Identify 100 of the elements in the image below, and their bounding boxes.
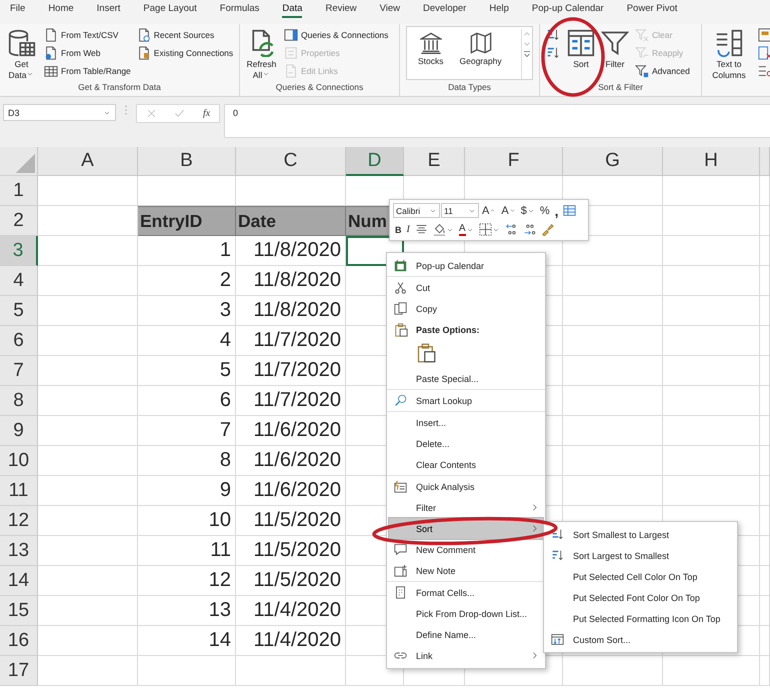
formula-input[interactable]: 0 <box>224 104 770 138</box>
row-header[interactable]: 3 <box>0 236 38 266</box>
menu-item[interactable]: New Comment <box>387 539 545 560</box>
row-header[interactable]: 1 <box>0 176 38 206</box>
ribbon-button[interactable]: Sort <box>566 26 596 71</box>
menu-item[interactable]: Cut <box>387 277 545 298</box>
ribbon-tab[interactable]: Power Pivot <box>626 2 678 18</box>
ribbon-button[interactable]: Text to Columns <box>706 26 752 82</box>
font-name-field[interactable]: Calibri <box>393 203 440 218</box>
table-cell <box>760 446 770 476</box>
menu-item[interactable]: Paste Special... <box>387 368 545 389</box>
row-header[interactable]: 5 <box>0 296 38 326</box>
menu-item[interactable]: Filter <box>387 497 545 518</box>
ribbon-button[interactable]: From Text/CSV <box>43 26 132 44</box>
data-type-button[interactable]: Geography <box>458 29 503 68</box>
table-cell: 7 <box>138 416 236 446</box>
ribbon-tab[interactable]: View <box>380 2 400 18</box>
grow-font-button[interactable]: A <box>480 202 498 218</box>
row-header[interactable]: 11 <box>0 476 38 506</box>
row-header[interactable]: 9 <box>0 416 38 446</box>
bold-button[interactable]: B <box>393 222 404 238</box>
row-header[interactable]: 14 <box>0 566 38 596</box>
ribbon-tab[interactable]: Developer <box>423 2 466 18</box>
ribbon-tab[interactable]: Formulas <box>220 2 260 18</box>
name-box[interactable]: D3 <box>3 104 116 121</box>
ribbon-tab[interactable]: File <box>10 2 26 18</box>
row-header[interactable]: 15 <box>0 596 38 626</box>
ribbon-tab[interactable]: Pop-up Calendar <box>532 2 604 18</box>
column-header[interactable]: B <box>138 147 236 176</box>
menu-item[interactable]: Put Selected Cell Color On Top <box>544 566 737 587</box>
ribbon-button[interactable]: From Web <box>43 44 132 62</box>
column-header[interactable]: A <box>38 147 138 176</box>
table-cell <box>760 536 770 566</box>
column-header[interactable]: E <box>404 147 465 176</box>
menu-item[interactable]: Put Selected Formatting Icon On Top <box>544 608 737 629</box>
table-cell: 6 <box>138 386 236 416</box>
reapply-filter-icon <box>635 46 649 60</box>
ribbon-button[interactable]: Queries & Connections <box>283 26 390 44</box>
ribbon-button[interactable]: Recent Sources <box>136 26 234 44</box>
row-header[interactable]: 16 <box>0 626 38 656</box>
column-header[interactable]: H <box>663 147 760 176</box>
menu-item[interactable]: Pop-up Calendar <box>387 255 545 276</box>
italic-button[interactable]: I <box>404 222 412 238</box>
ribbon-tab[interactable]: Insert <box>96 2 120 18</box>
row-header[interactable]: 7 <box>0 356 38 386</box>
menu-heading: Paste Options: <box>387 319 545 340</box>
row-header[interactable]: 2 <box>0 206 38 236</box>
menu-item[interactable]: Delete... <box>387 433 545 454</box>
ribbon-tab[interactable]: Home <box>48 2 74 18</box>
menu-item[interactable]: Copy <box>387 298 545 319</box>
table-cell <box>760 656 770 686</box>
column-header[interactable]: F <box>465 147 563 176</box>
percent-button[interactable]: % <box>538 202 552 218</box>
ribbon-button[interactable] <box>756 26 770 44</box>
ribbon-button[interactable]: Filter <box>600 26 630 71</box>
table-cell <box>760 596 770 626</box>
ribbon-button[interactable] <box>756 44 770 62</box>
data-type-button[interactable]: Stocks <box>417 29 445 68</box>
menu-item[interactable]: Sort Smallest to Largest <box>544 524 737 545</box>
row-header[interactable]: 13 <box>0 536 38 566</box>
menu-item[interactable]: Sort Largest to Smallest <box>544 545 737 566</box>
connection-document-icon <box>136 46 151 60</box>
menu-item[interactable]: Link <box>387 645 545 666</box>
ribbon-button[interactable]: Existing Connections <box>136 44 234 62</box>
comma-button[interactable]: , <box>552 202 560 218</box>
column-header[interactable]: D <box>346 147 404 176</box>
menu-item[interactable]: Smart Lookup <box>387 390 545 411</box>
column-header[interactable]: C <box>236 147 346 176</box>
row-header[interactable]: 4 <box>0 266 38 296</box>
menu-item[interactable]: Clear Contents <box>387 454 545 475</box>
menu-item[interactable]: Pick From Drop-down List... <box>387 603 545 624</box>
ribbon-button[interactable]: From Table/Range <box>43 62 132 80</box>
ribbon-button[interactable]: Advanced <box>634 62 691 80</box>
ribbon-tab[interactable]: Data <box>282 2 302 18</box>
row-header[interactable]: 8 <box>0 386 38 416</box>
menu-item[interactable]: Format Cells... <box>387 582 545 603</box>
shrink-font-button[interactable]: A <box>499 202 518 218</box>
menu-item[interactable]: Put Selected Font Color On Top <box>544 587 737 608</box>
insert-function-button[interactable]: fx <box>202 108 210 119</box>
row-header[interactable]: 10 <box>0 446 38 476</box>
menu-item[interactable]: Insert... <box>387 412 545 433</box>
currency-button[interactable]: $ <box>518 202 537 218</box>
data-validation-icon <box>758 64 770 78</box>
row-header[interactable]: 6 <box>0 326 38 356</box>
menu-item[interactable]: Custom Sort... <box>544 629 737 650</box>
menu-item[interactable]: Define Name... <box>387 624 545 645</box>
font-size-field[interactable]: 11 <box>441 203 479 218</box>
menu-item[interactable]: Quick Analysis <box>387 476 545 497</box>
ribbon-tab[interactable]: Page Layout <box>143 2 197 18</box>
ribbon-tab[interactable]: Review <box>325 2 357 18</box>
table-format-button[interactable] <box>561 202 578 218</box>
row-header[interactable]: 12 <box>0 506 38 536</box>
row-header[interactable]: 17 <box>0 656 38 686</box>
menu-item[interactable]: New Note <box>387 560 545 581</box>
sort-descending-icon <box>551 549 564 562</box>
ribbon-tab[interactable]: Help <box>489 2 509 18</box>
ribbon-button[interactable]: Get Data <box>4 26 39 82</box>
font-color-button[interactable]: A <box>456 222 476 238</box>
column-header[interactable]: G <box>563 147 663 176</box>
ribbon-button[interactable]: Refresh All <box>244 26 279 82</box>
